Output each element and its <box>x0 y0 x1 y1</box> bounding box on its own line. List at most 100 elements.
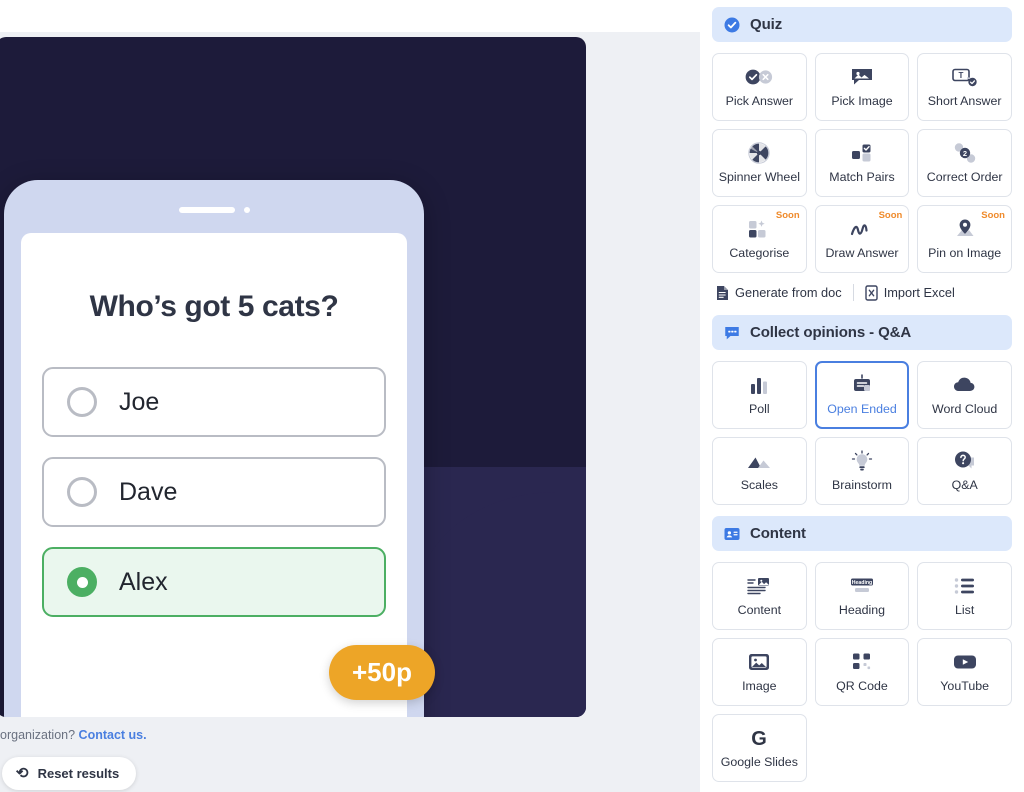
card-qr-code[interactable]: QR Code <box>814 638 910 706</box>
collect-opinions-card-grid: Poll Open Ended Word Cloud Scales Brains… <box>712 361 1012 505</box>
card-label: Pin on Image <box>928 246 1002 261</box>
card-spinner-wheel[interactable]: Spinner Wheel <box>712 129 807 197</box>
card-youtube[interactable]: YouTube <box>917 638 1012 706</box>
card-label: Word Cloud <box>932 402 998 417</box>
top-white-strip <box>0 0 712 32</box>
content-icon <box>746 575 772 597</box>
card-label: Scales <box>740 478 778 493</box>
section-title: Collect opinions - Q&A <box>750 324 912 341</box>
spinner-wheel-icon <box>748 142 771 164</box>
phone-speaker <box>4 207 424 213</box>
card-heading[interactable]: Heading Heading <box>814 562 910 630</box>
card-google-slides[interactable]: G Google Slides <box>712 714 807 782</box>
svg-text:2: 2 <box>963 149 967 158</box>
section-header-collect-opinions: Collect opinions - Q&A <box>712 315 1012 350</box>
preview-area: Who’s got 5 cats? Joe Dave Alex +50p org… <box>0 0 712 792</box>
question-title: Who’s got 5 cats? <box>89 290 339 323</box>
card-scales[interactable]: Scales <box>712 437 807 505</box>
check-circle-icon <box>724 17 740 32</box>
card-label: Pick Image <box>831 94 893 109</box>
card-list[interactable]: List <box>917 562 1012 630</box>
reset-results-button[interactable]: ⟳ Reset results <box>2 757 137 790</box>
phone-screen: Who’s got 5 cats? Joe Dave Alex <box>21 233 407 717</box>
svg-text:T: T <box>958 71 963 80</box>
card-correct-order[interactable]: 2 Correct Order <box>917 129 1012 197</box>
card-label: Brainstorm <box>832 478 892 493</box>
card-label: Q&A <box>951 478 978 493</box>
correct-order-icon: 2 <box>952 142 978 164</box>
card-categorise[interactable]: Soon Categorise <box>712 205 807 273</box>
document-icon <box>717 285 728 300</box>
answer-option[interactable]: Joe <box>42 367 386 437</box>
card-label: Content <box>737 603 782 618</box>
card-label: Categorise <box>729 246 790 261</box>
svg-text:Heading: Heading <box>852 580 872 586</box>
contact-us-link[interactable]: Contact us. <box>79 728 147 742</box>
card-label: Pick Answer <box>725 94 794 109</box>
scales-icon <box>746 450 772 472</box>
card-pin-on-image[interactable]: Soon Pin on Image <box>917 205 1012 273</box>
card-poll[interactable]: Poll <box>712 361 807 429</box>
pick-answer-icon <box>744 66 774 88</box>
quiz-card-grid: Pick Answer Pick Image T Short Answer Sp… <box>712 53 1012 273</box>
generate-from-doc-label: Generate from doc <box>735 285 842 300</box>
points-badge: +50p <box>329 645 435 700</box>
content-card-grid: Content Heading Heading List Image QR Co… <box>712 562 1012 782</box>
import-excel-label: Import Excel <box>883 285 955 300</box>
speaker-bar-icon <box>178 207 235 213</box>
card-image[interactable]: Image <box>712 638 807 706</box>
card-label: Spinner Wheel <box>718 170 800 185</box>
list-icon <box>953 575 977 597</box>
card-pick-answer[interactable]: Pick Answer <box>712 53 807 121</box>
youtube-icon <box>952 651 978 673</box>
answer-option[interactable]: Dave <box>42 457 386 527</box>
card-draw-answer[interactable]: Soon Draw Answer <box>814 205 910 273</box>
categorise-icon <box>746 218 772 240</box>
card-label: QR Code <box>836 679 888 694</box>
import-excel-button[interactable]: Import Excel <box>865 284 955 301</box>
answer-option-label: Alex <box>119 567 168 596</box>
card-open-ended[interactable]: Open Ended <box>814 361 910 429</box>
google-slides-icon: G <box>748 727 770 749</box>
soon-badge: Soon <box>981 210 1005 221</box>
match-pairs-icon <box>849 142 875 164</box>
generate-from-doc-button[interactable]: Generate from doc <box>716 285 842 301</box>
card-content[interactable]: Content <box>712 562 807 630</box>
answer-option-selected[interactable]: Alex <box>42 547 386 617</box>
poll-icon <box>748 374 770 396</box>
app-root: Who’s got 5 cats? Joe Dave Alex +50p org… <box>0 0 1024 792</box>
draw-answer-icon <box>849 218 875 240</box>
radio-selected-icon <box>67 567 97 597</box>
card-label: Open Ended <box>827 402 897 417</box>
card-qa[interactable]: Q&A <box>917 437 1012 505</box>
card-match-pairs[interactable]: Match Pairs <box>814 129 910 197</box>
card-pick-image[interactable]: Pick Image <box>814 53 910 121</box>
open-ended-icon <box>851 374 873 396</box>
svg-text:G: G <box>752 728 768 749</box>
answer-options-list: Joe Dave Alex <box>42 367 386 617</box>
brainstorm-icon <box>850 450 874 472</box>
section-header-quiz: Quiz <box>712 7 1012 42</box>
card-label: Image <box>742 679 777 694</box>
qr-code-icon <box>851 651 873 673</box>
soon-badge: Soon <box>878 210 903 221</box>
word-cloud-icon <box>952 374 978 396</box>
camera-dot-icon <box>243 207 250 213</box>
footer-note: organization? Contact us. <box>0 728 712 742</box>
card-brainstorm[interactable]: Brainstorm <box>814 437 910 505</box>
speech-bubble-icon <box>725 326 739 339</box>
card-label: List <box>955 603 975 618</box>
card-label: YouTube <box>940 679 989 694</box>
card-label: Draw Answer <box>825 246 899 261</box>
answer-option-label: Joe <box>119 387 160 416</box>
section-header-content: Content <box>712 516 1012 551</box>
card-word-cloud[interactable]: Word Cloud <box>917 361 1012 429</box>
card-label: Short Answer <box>927 94 1002 109</box>
content-card-icon <box>724 527 740 540</box>
card-short-answer[interactable]: T Short Answer <box>917 53 1012 121</box>
radio-unselected-icon <box>67 477 97 507</box>
card-label: Poll <box>748 402 770 417</box>
footer-note-text: organization? <box>0 728 76 742</box>
excel-file-icon <box>865 284 878 301</box>
card-label: Match Pairs <box>829 170 895 185</box>
